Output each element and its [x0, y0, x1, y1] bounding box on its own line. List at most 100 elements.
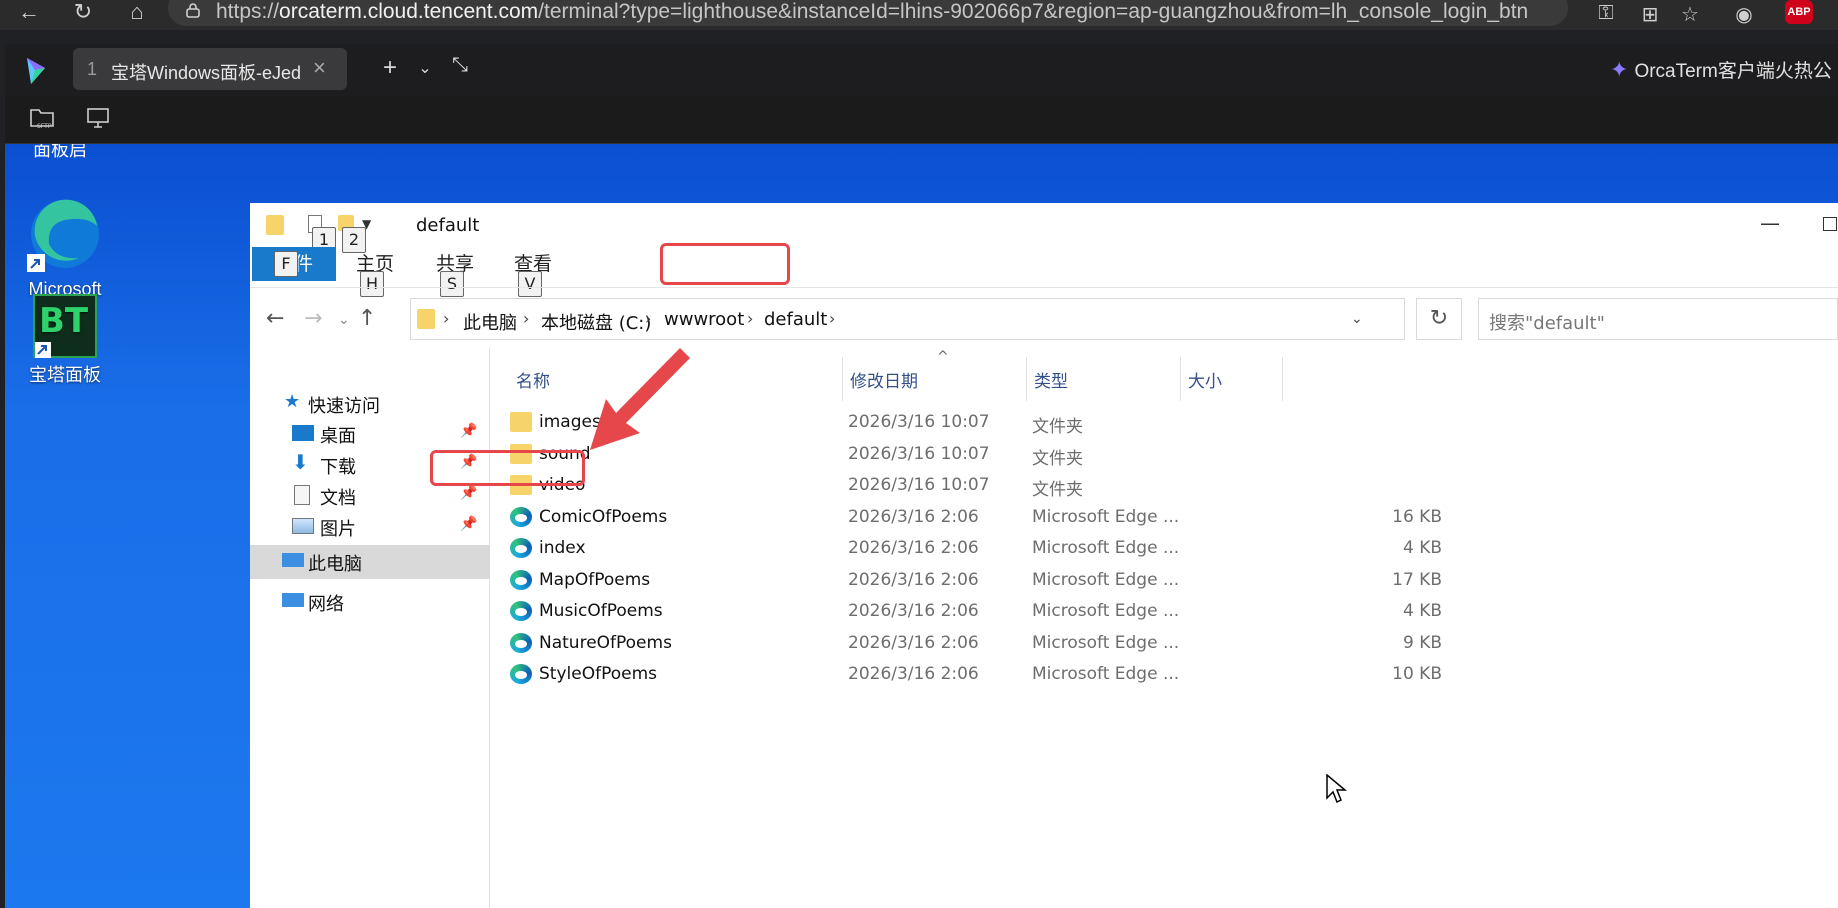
file-size: 4 KB — [1402, 538, 1442, 558]
file-explorer-window: ▼ 1 2 default — 文件 F 主页 H 共享 S 查看 V ← → … — [250, 203, 1838, 908]
file-size: 4 KB — [1402, 601, 1442, 621]
tab-title: 宝塔Windows面板-eJed — [111, 63, 302, 83]
new-tab-icon[interactable]: + — [375, 54, 405, 82]
nav-this-pc[interactable]: 此电脑 — [250, 545, 490, 579]
desktop-icon-baota-panel[interactable]: BT 宝塔面板 — [9, 294, 121, 388]
tab-number: 1 — [87, 59, 98, 79]
shortcut-arrow-icon — [27, 254, 45, 272]
file-date: 2026/3/16 2:06 — [848, 632, 979, 653]
nav-network[interactable]: 网络 — [250, 585, 490, 619]
bt-panel-icon: BT — [33, 294, 97, 358]
file-row-mapofpoems[interactable]: MapOfPoems 2026/3/16 2:06 Microsoft Edge .… — [492, 567, 1838, 594]
browser-toolbar: ← ↻ ⌂ https://orcaterm.cloud.tencent.com… — [0, 0, 1838, 30]
file-name: index — [539, 538, 586, 558]
promo-banner[interactable]: ✦ OrcaTerm客户端火热公 — [1610, 56, 1832, 83]
file-size: 9 KB — [1402, 632, 1442, 653]
close-tab-icon[interactable]: × — [313, 55, 326, 81]
file-date: 2026/3/16 10:07 — [848, 443, 990, 464]
column-divider[interactable] — [842, 357, 843, 401]
nav-label: 图片 — [320, 519, 356, 540]
incognito-icon[interactable]: ◉ — [1730, 2, 1758, 26]
address-bar[interactable]: https://orcaterm.cloud.tencent.com/termi… — [168, 0, 1568, 26]
nav-label: 此电脑 — [308, 554, 362, 575]
file-row-musicofpoems[interactable]: MusicOfPoems 2026/3/16 2:06 Microsoft Edge… — [492, 598, 1838, 625]
orcaterm-toolbar: SFTP — [5, 96, 1838, 144]
back-arrow-icon[interactable]: ← — [14, 0, 44, 26]
file-row-natureofpoems[interactable]: NatureOfPoems 2026/3/16 2:06 Microsoft Edg… — [492, 630, 1838, 657]
apps-icon[interactable]: ⊞ — [1636, 2, 1664, 26]
edge-html-icon — [510, 601, 532, 621]
monitor-icon[interactable] — [85, 106, 111, 130]
edge-html-icon — [510, 569, 532, 590]
red-arrow-annotation — [590, 348, 690, 450]
edge-html-icon — [510, 538, 532, 558]
column-divider[interactable] — [1180, 357, 1181, 401]
column-header-type[interactable]: 类型 — [1034, 367, 1068, 392]
adblock-plus-icon[interactable]: ABP — [1785, 0, 1813, 24]
sort-ascending-icon: ^ — [937, 349, 949, 365]
column-header-date[interactable]: 修改日期 — [850, 367, 918, 392]
sparkle-icon: ✦ — [1610, 57, 1629, 82]
bt-logo-text: BT — [39, 301, 89, 341]
search-input[interactable]: 搜索"default" — [1478, 298, 1838, 340]
edge-html-icon — [510, 664, 532, 684]
file-name: StyleOfPoems — [539, 664, 657, 684]
file-name: MusicOfPoems — [539, 601, 663, 621]
nav-label: 网络 — [308, 594, 344, 615]
file-name: NatureOfPoems — [539, 632, 672, 653]
home-icon[interactable]: ⌂ — [122, 0, 152, 26]
lock-icon — [186, 3, 200, 18]
orcaterm-logo-icon — [27, 58, 45, 84]
desktop-icon-label-partial: 面板启 — [33, 144, 87, 160]
file-name: MapOfPoems — [539, 569, 651, 590]
chevron-down-icon[interactable]: ⌄ — [410, 58, 440, 78]
refresh-icon[interactable]: ↻ — [1416, 298, 1462, 340]
sftp-folder-icon[interactable]: SFTP — [29, 106, 55, 130]
file-date: 2026/3/16 10:07 — [848, 412, 990, 432]
column-divider[interactable] — [1026, 357, 1027, 401]
svg-text:SFTP: SFTP — [37, 123, 52, 130]
nav-pictures[interactable]: 图片 📌 — [250, 510, 490, 544]
file-date: 2026/3/16 2:06 — [848, 569, 979, 590]
file-date: 2026/3/16 2:06 — [848, 664, 979, 684]
file-row-comicofpoems[interactable]: ComicOfPoems 2026/3/16 2:06 Microsoft Edge… — [492, 504, 1838, 531]
collapse-icon[interactable]: ⤡ — [445, 54, 475, 77]
file-type: 文件夹 — [1032, 480, 1083, 500]
file-type: 文件夹 — [1032, 417, 1083, 437]
file-size: 16 KB — [1392, 506, 1442, 527]
file-name: ComicOfPoems — [539, 506, 668, 527]
breadcrumb-separator-icon: › — [829, 309, 836, 328]
pin-icon[interactable]: 📌 — [460, 516, 477, 532]
mouse-cursor-icon — [1326, 774, 1348, 804]
file-row-index[interactable]: index 2026/3/16 2:06 Microsoft Edge ... 4 K… — [492, 535, 1838, 562]
tab-baota-windows[interactable]: 1 宝塔Windows面板-eJed × — [73, 48, 347, 90]
file-size: 17 KB — [1392, 569, 1442, 590]
file-date: 2026/3/16 10:07 — [848, 475, 990, 495]
minimize-icon[interactable]: — — [1760, 211, 1780, 235]
favorite-star-icon[interactable]: ☆ — [1676, 2, 1704, 26]
file-date: 2026/3/16 2:06 — [848, 538, 979, 558]
file-row-styleofpoems[interactable]: StyleOfPoems 2026/3/16 2:06 Microsoft Edge… — [492, 661, 1838, 688]
key-icon[interactable]: ⚿ — [1592, 2, 1620, 26]
maximize-icon[interactable] — [1823, 217, 1837, 231]
orcaterm-tabbar: 1 宝塔Windows面板-eJed × + ⌄ ⤡ ✦ OrcaTerm客户端火… — [5, 44, 1838, 96]
desktop-icon-label: 宝塔面板 — [29, 365, 101, 385]
reload-icon[interactable]: ↻ — [68, 0, 98, 26]
file-date: 2026/3/16 2:06 — [848, 601, 979, 621]
breadcrumb-default[interactable]: default — [764, 309, 827, 330]
file-date: 2026/3/16 2:06 — [848, 506, 979, 527]
edge-icon — [27, 196, 103, 272]
computer-icon — [282, 553, 304, 567]
column-divider[interactable] — [1282, 357, 1283, 401]
search-placeholder: 搜索"default" — [1489, 313, 1605, 334]
edge-html-icon — [510, 506, 532, 527]
file-size: 10 KB — [1392, 664, 1442, 684]
address-dropdown-icon[interactable]: ⌄ — [1351, 311, 1363, 327]
column-header-size[interactable]: 大小 — [1188, 367, 1222, 392]
shortcut-arrow-icon — [35, 342, 51, 358]
pictures-icon — [292, 518, 314, 534]
file-type: 文件夹 — [1032, 448, 1083, 469]
network-icon — [282, 593, 304, 607]
url-text: https://orcaterm.cloud.tencent.com/termi… — [216, 0, 1529, 23]
edge-html-icon — [510, 632, 532, 653]
